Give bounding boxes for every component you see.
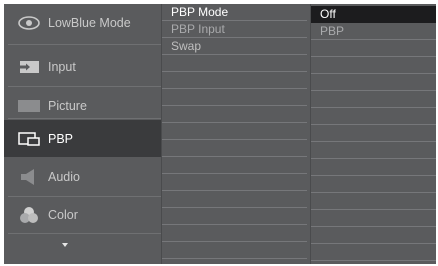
sidebar-item-label: Picture [48, 98, 87, 113]
sidebar-item-label: Audio [48, 169, 80, 184]
list-item [162, 55, 307, 72]
list-item [311, 91, 436, 108]
picture-icon [14, 99, 44, 112]
list-item [311, 142, 436, 159]
sidebar-item-color[interactable]: Color [4, 196, 161, 233]
list-item [162, 72, 307, 89]
list-item [162, 89, 307, 106]
sidebar-menu: LowBlue Mode Input Picture PBP Audio Col… [4, 4, 161, 264]
list-item [162, 123, 307, 140]
sidebar-item-input[interactable]: Input [4, 48, 161, 85]
list-item [162, 191, 307, 208]
osd-menu: LowBlue Mode Input Picture PBP Audio Col… [4, 4, 436, 264]
chevron-down-icon[interactable] [62, 243, 68, 247]
list-item [311, 159, 436, 176]
sidebar-item-label: Color [48, 207, 78, 222]
list-item [311, 227, 436, 244]
option-off[interactable]: Off [311, 6, 436, 23]
divider [8, 118, 161, 119]
list-item [162, 225, 307, 242]
divider [8, 44, 161, 45]
list-item [311, 125, 436, 142]
list-item [311, 74, 436, 91]
submenu-item-swap[interactable]: Swap [162, 38, 307, 55]
sidebar-item-label: LowBlue Mode [48, 15, 131, 30]
submenu-item-pbp-input[interactable]: PBP Input [162, 21, 307, 38]
list-item [162, 106, 307, 123]
options-column: Off PBP [310, 4, 436, 264]
list-item [162, 208, 307, 225]
sidebar-item-audio[interactable]: Audio [4, 158, 161, 195]
sidebar-item-pbp[interactable]: PBP [4, 120, 161, 157]
list-item [311, 57, 436, 74]
input-arrow-icon [14, 60, 44, 74]
list-item [311, 40, 436, 57]
list-item [311, 176, 436, 193]
list-item [311, 244, 436, 261]
submenu-column: PBP Mode PBP Input Swap [161, 4, 310, 264]
sidebar-item-label: Input [48, 59, 76, 74]
sidebar-item-lowblue-mode[interactable]: LowBlue Mode [4, 4, 161, 41]
list-item [162, 157, 307, 174]
list-item [311, 210, 436, 227]
eye-icon [14, 15, 44, 30]
list-item [162, 140, 307, 157]
color-circles-icon [14, 206, 44, 224]
submenu-item-pbp-mode[interactable]: PBP Mode [162, 4, 307, 21]
speaker-icon [14, 168, 44, 185]
list-item [162, 242, 307, 259]
sidebar-item-label: PBP [48, 131, 74, 146]
divider [8, 233, 161, 234]
list-item [311, 108, 436, 125]
option-pbp[interactable]: PBP [311, 23, 436, 40]
pbp-icon [14, 131, 44, 146]
list-item [311, 193, 436, 210]
list-item [162, 174, 307, 191]
